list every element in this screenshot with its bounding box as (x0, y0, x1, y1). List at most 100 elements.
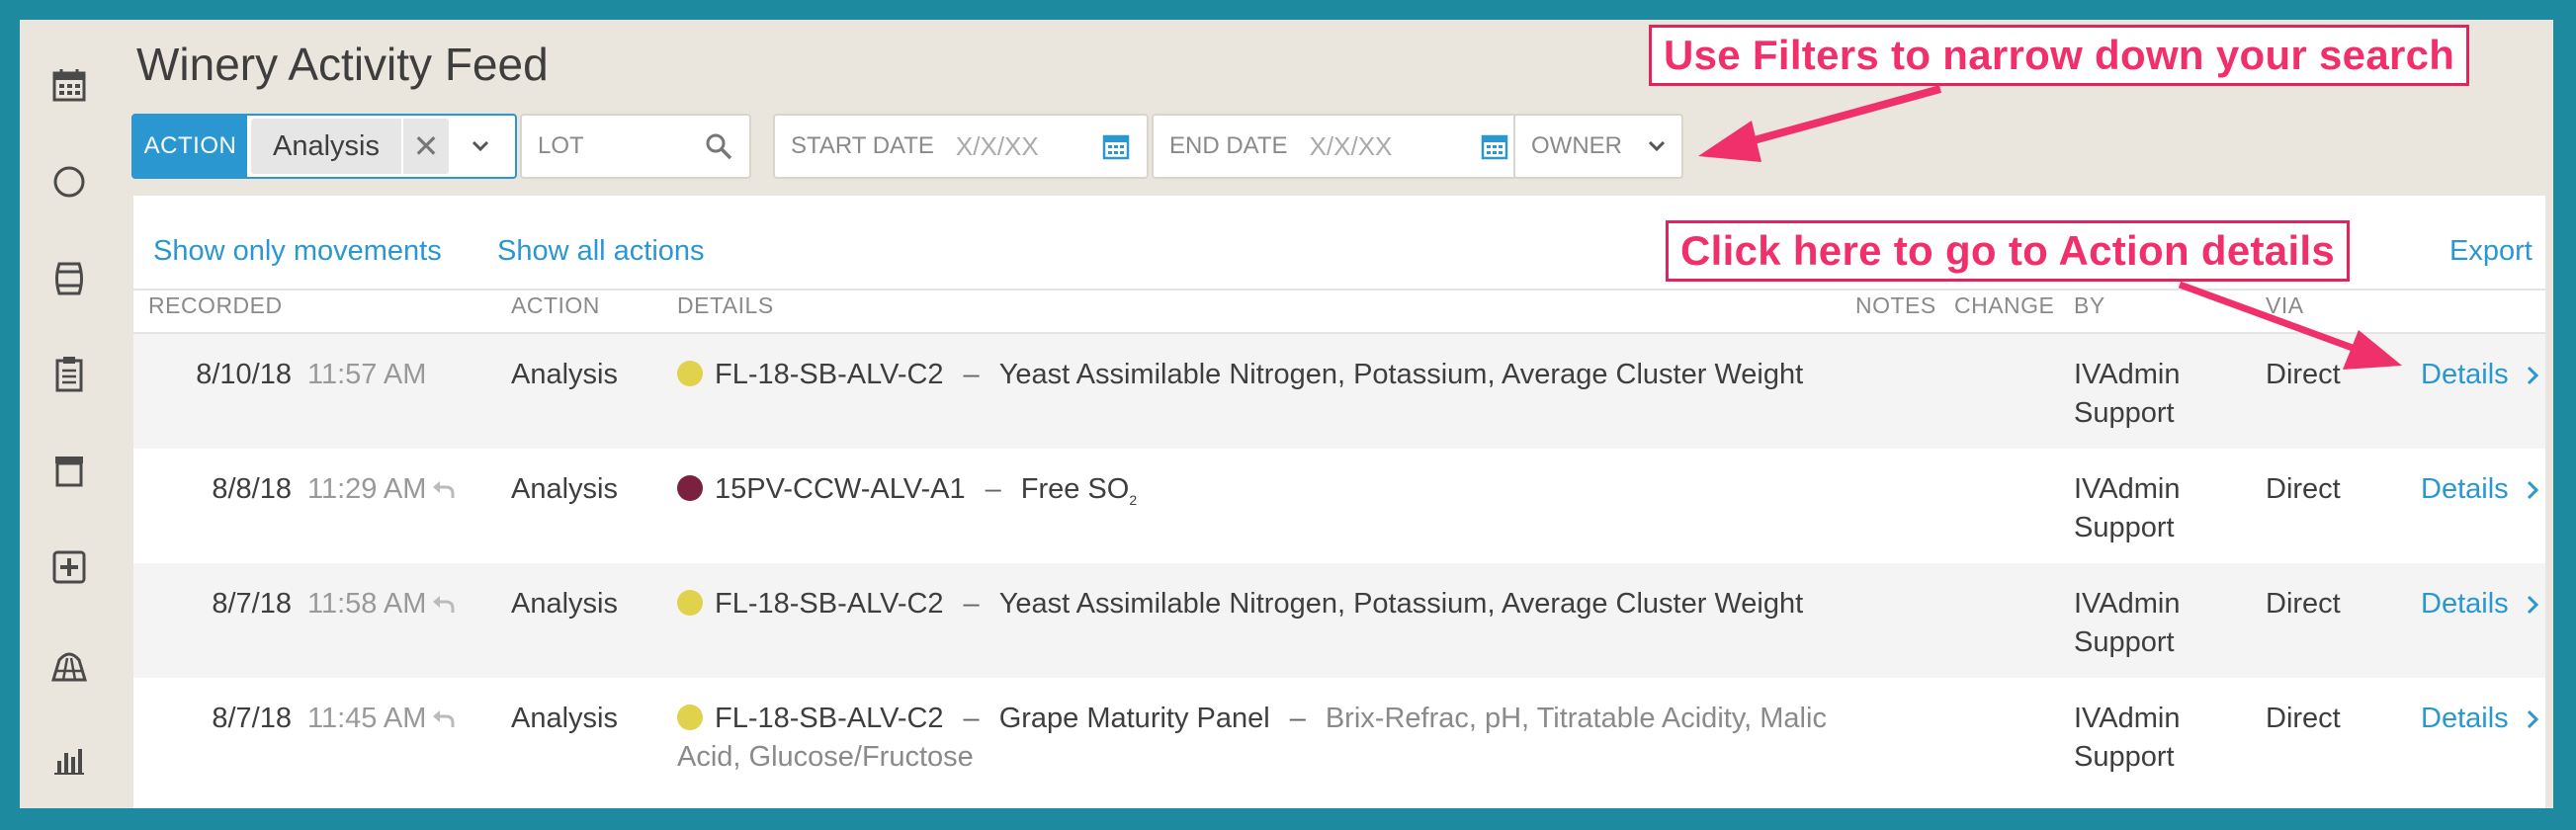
row-action: Analysis (511, 703, 618, 734)
calendar-icon[interactable] (47, 63, 91, 107)
column-header-notes[interactable]: NOTES (1855, 292, 1936, 319)
column-header-change[interactable]: CHANGE (1954, 292, 2054, 319)
lot-color-dot (677, 705, 703, 730)
table-row[interactable]: 8/8/18 11:29 AM Analysis 15PV-CCW-ALV-A1… (133, 449, 2545, 563)
row-separator: – (1289, 703, 1306, 734)
table-row[interactable]: 8/7/18 11:45 AM Analysis FL-18-SB-ALV-C2… (133, 678, 2545, 792)
row-by-line1: IVAdmin (2074, 703, 2181, 734)
table-row[interactable]: 8/7/18 11:58 AM Analysis FL-18-SB-ALV-C2… (133, 563, 2545, 678)
details-link[interactable]: Details (2421, 356, 2538, 394)
details-link[interactable]: Details (2421, 470, 2538, 509)
row-detail-extra-2: Acid, Glucose/Fructose (677, 741, 974, 773)
column-header-recorded[interactable]: RECORDED (148, 292, 283, 319)
row-time: 11:29 AM (307, 473, 427, 505)
row-detail: Yeast Assimilable Nitrogen, Potassium, A… (998, 588, 1804, 620)
clipboard-icon[interactable] (47, 352, 91, 395)
show-movements-link[interactable]: Show only movements (153, 235, 442, 268)
row-by-line2: Support (2074, 626, 2175, 658)
action-chip: Analysis ✕ (251, 119, 449, 174)
row-by-line2: Support (2074, 741, 2175, 773)
details-link-label[interactable]: Details (2421, 470, 2509, 509)
end-date-filter[interactable]: END DATE X/X/XX (1152, 114, 1527, 179)
row-detail-subscript: 2 (1129, 491, 1138, 508)
chevron-right-icon[interactable] (2527, 595, 2538, 615)
chevron-down-icon[interactable] (1648, 139, 1666, 157)
bar-chart-icon[interactable] (47, 737, 91, 781)
row-by-line1: IVAdmin (2074, 588, 2181, 620)
row-by: IVAdmin Support (2074, 585, 2212, 662)
row-by-line1: IVAdmin (2074, 473, 2181, 505)
row-separator: – (963, 703, 980, 734)
row-lot[interactable]: 15PV-CCW-ALV-A1 (715, 473, 966, 505)
details-link-label[interactable]: Details (2421, 356, 2509, 394)
row-lot[interactable]: FL-18-SB-ALV-C2 (715, 588, 944, 620)
calendar-icon[interactable] (1101, 131, 1131, 166)
circle-icon[interactable] (47, 160, 91, 204)
lot-color-dot (677, 475, 703, 501)
clear-action-icon[interactable]: ✕ (401, 119, 449, 174)
chevron-right-icon[interactable] (2527, 480, 2538, 500)
action-filter-tag: ACTION (133, 116, 247, 177)
row-separator: – (963, 359, 980, 390)
end-date-label: END DATE (1169, 132, 1288, 159)
column-header-details[interactable]: DETAILS (677, 292, 774, 319)
column-header-action[interactable]: ACTION (511, 292, 600, 319)
lot-filter-placeholder: LOT (538, 132, 584, 159)
column-header-via[interactable]: VIA (2266, 292, 2304, 319)
divider (133, 289, 2545, 290)
page-title: Winery Activity Feed (136, 39, 549, 90)
row-separator: – (963, 588, 980, 620)
row-by-line2: Support (2074, 512, 2175, 543)
undo-icon[interactable] (430, 589, 456, 627)
row-via: Direct (2266, 359, 2341, 390)
row-details: 15PV-CCW-ALV-A1– Free SO2 (677, 470, 1863, 520)
row-action: Analysis (511, 473, 618, 505)
activity-card: Show only movements Show all actions Exp… (133, 196, 2545, 808)
lot-filter[interactable]: LOT (520, 114, 751, 179)
start-date-label: START DATE (791, 132, 934, 159)
undo-icon[interactable] (430, 474, 456, 513)
details-link[interactable]: Details (2421, 585, 2538, 623)
vineyard-icon[interactable] (47, 642, 91, 686)
details-callout: Click here to go to Action details (1666, 220, 2351, 282)
details-link-label[interactable]: Details (2421, 700, 2509, 738)
row-action: Analysis (511, 588, 618, 620)
row-by: IVAdmin Support (2074, 470, 2212, 547)
undo-icon[interactable] (430, 704, 456, 742)
barrel-icon[interactable] (47, 257, 91, 300)
row-details: FL-18-SB-ALV-C2– Yeast Assimilable Nitrog… (677, 585, 1863, 623)
owner-filter-label: OWNER (1531, 132, 1622, 159)
export-link[interactable]: Export (2449, 235, 2533, 268)
start-date-filter[interactable]: START DATE X/X/XX (773, 114, 1149, 179)
table-row[interactable]: 8/10/18 11:57 AM Analysis FL-18-SB-ALV-C… (133, 334, 2545, 449)
row-separator: – (985, 473, 1001, 505)
row-lot[interactable]: FL-18-SB-ALV-C2 (715, 703, 944, 734)
column-header-by[interactable]: BY (2074, 292, 2105, 319)
app-frame: Winery Activity Feed ACTION Analysis ✕ L… (20, 20, 2553, 808)
plus-box-icon[interactable] (47, 545, 91, 589)
details-link[interactable]: Details (2421, 700, 2538, 738)
row-detail: Grape Maturity Panel (998, 703, 1270, 734)
calendar-icon[interactable] (1480, 131, 1509, 166)
end-date-input[interactable]: X/X/XX (1310, 131, 1393, 162)
chevron-right-icon[interactable] (2527, 709, 2538, 729)
row-date: 8/7/18 (212, 703, 292, 734)
archive-icon[interactable] (47, 449, 91, 492)
row-by: IVAdmin Support (2074, 356, 2212, 433)
lot-color-dot (677, 590, 703, 616)
row-by-line1: IVAdmin (2074, 359, 2181, 390)
start-date-input[interactable]: X/X/XX (956, 131, 1039, 162)
owner-filter[interactable]: OWNER (1513, 114, 1683, 179)
chevron-right-icon[interactable] (2527, 366, 2538, 385)
row-by-line2: Support (2074, 397, 2175, 429)
row-lot[interactable]: FL-18-SB-ALV-C2 (715, 359, 944, 390)
lot-color-dot (677, 361, 703, 386)
row-time: 11:45 AM (307, 703, 427, 734)
row-time: 11:58 AM (307, 588, 427, 620)
action-filter[interactable]: ACTION Analysis ✕ (131, 114, 517, 179)
chevron-down-icon[interactable] (461, 140, 500, 152)
sidebar (20, 20, 119, 808)
show-all-actions-link[interactable]: Show all actions (497, 235, 705, 268)
details-link-label[interactable]: Details (2421, 585, 2509, 623)
search-icon[interactable] (704, 131, 733, 166)
